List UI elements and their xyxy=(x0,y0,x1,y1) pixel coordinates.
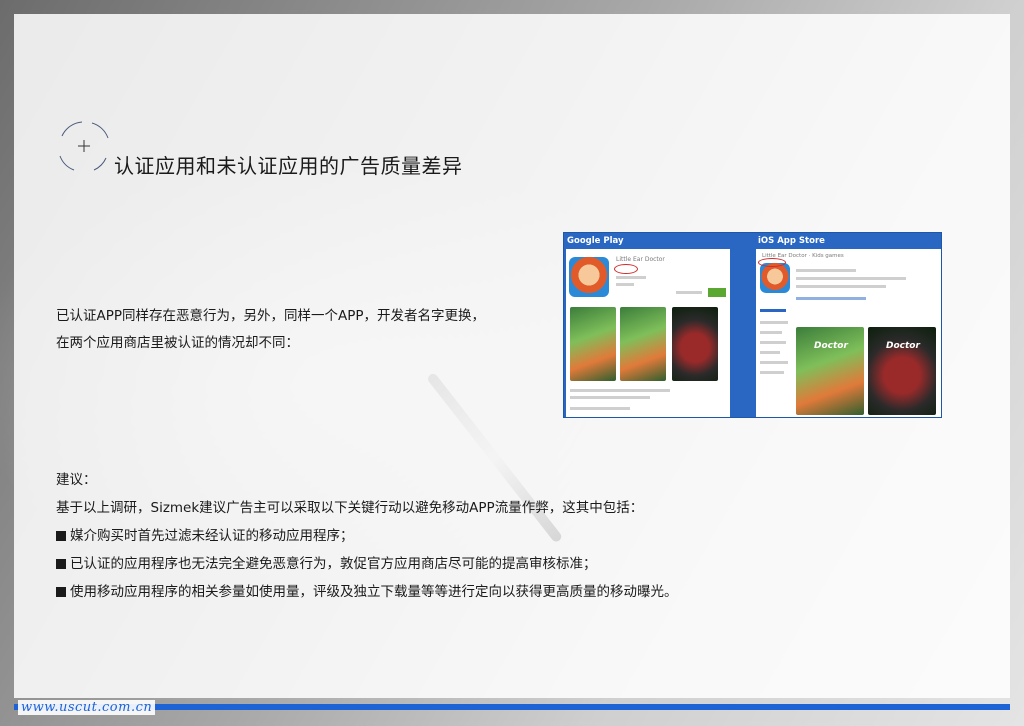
highlight-circle xyxy=(758,258,786,267)
google-play-page: Little Ear Doctor xyxy=(566,249,730,417)
advice-heading: 建议： xyxy=(56,472,97,488)
screenshot-thumb xyxy=(620,307,666,381)
app-icon xyxy=(760,263,790,293)
footer-accent-line xyxy=(14,704,1010,710)
advice-bullet: 媒介购买时首先过滤未经认证的移动应用程序； xyxy=(56,522,816,550)
advice-bullet: 已认证的应用程序也无法完全避免恶意行为，敦促官方应用商店尽可能的提高审核标准； xyxy=(56,550,816,578)
intro-line: 在两个应用商店里被认证的情况却不同： xyxy=(56,335,299,351)
crosshair-ring-icon xyxy=(59,121,109,171)
square-bullet-icon xyxy=(56,559,66,569)
ios-app-store-page: Little Ear Doctor · Kids games Doctor Do… xyxy=(756,249,941,417)
advice-lead: 基于以上调研，Sizmek建议广告主可以采取以下关键行动以避免移动APP流量作弊… xyxy=(56,500,644,516)
intro-line: 已认证APP同样存在恶意行为，另外，同样一个APP，开发者名字更换， xyxy=(56,308,486,324)
intro-text: 已认证APP同样存在恶意行为，另外，同样一个APP，开发者名字更换， 在两个应用… xyxy=(56,303,526,357)
install-button xyxy=(708,288,726,297)
app-name: Little Ear Doctor xyxy=(616,256,665,263)
ios-app-store-label: iOS App Store xyxy=(758,236,825,246)
thumb-title: Doctor xyxy=(886,341,920,351)
square-bullet-icon xyxy=(56,587,66,597)
highlight-circle xyxy=(614,264,638,274)
advice-bullet: 使用移动应用程序的相关参量如使用量，评级及独立下载量等等进行定向以获得更高质量的… xyxy=(56,578,816,606)
advice-section: 建议： 基于以上调研，Sizmek建议广告主可以采取以下关键行动以避免移动APP… xyxy=(56,466,816,606)
square-bullet-icon xyxy=(56,531,66,541)
app-store-comparison-image: Google Play iOS App Store Little Ear Doc… xyxy=(563,232,942,418)
footer-url: www.uscut.com.cn xyxy=(18,700,156,715)
google-play-label: Google Play xyxy=(567,236,624,246)
screenshot-thumb xyxy=(570,307,616,381)
slide-title: 认证应用和未认证应用的广告质量差异 xyxy=(114,154,463,178)
screenshot-thumb xyxy=(672,307,718,381)
app-icon xyxy=(569,257,609,297)
thumb-title: Doctor xyxy=(814,341,848,351)
